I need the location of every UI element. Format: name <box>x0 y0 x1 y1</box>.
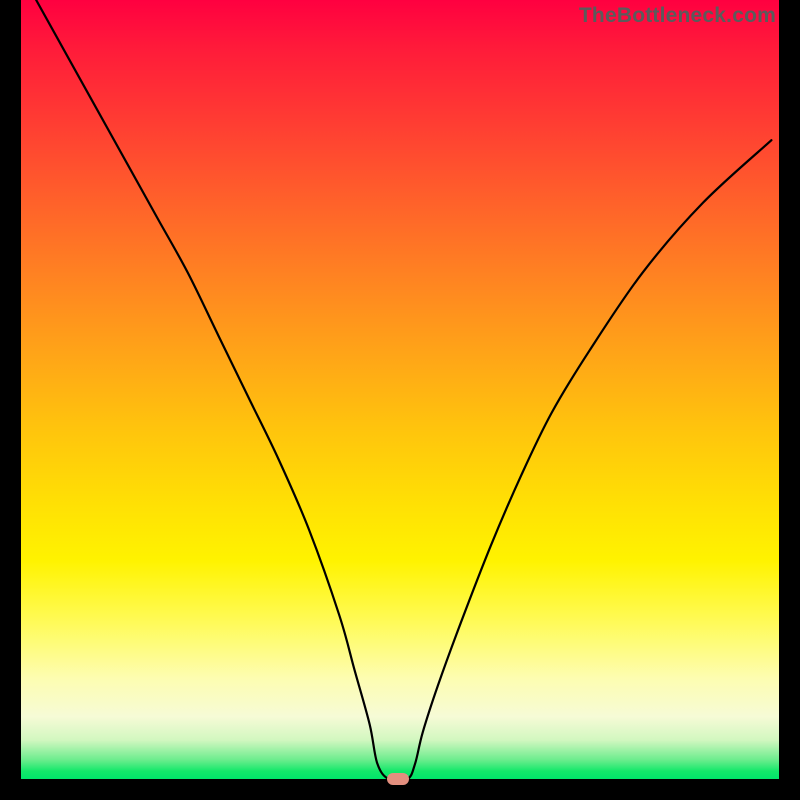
attribution-label: TheBottleneck.com <box>579 4 776 28</box>
optimal-marker <box>387 773 409 785</box>
chart-viewport: TheBottleneck.com <box>0 0 800 800</box>
bottleneck-curve <box>21 0 779 779</box>
